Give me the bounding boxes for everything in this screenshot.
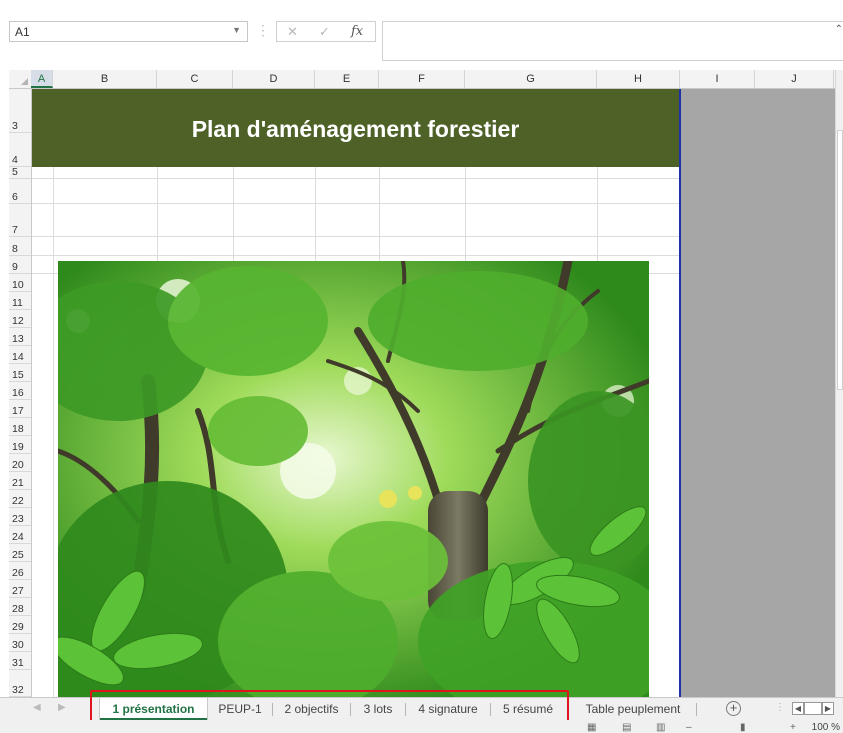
cancel-icon[interactable]: ✕ bbox=[287, 24, 298, 40]
formula-bar: A1 ▼ ⋮ ✕ ✓ fx ⌃ bbox=[0, 0, 843, 64]
row-header-10[interactable]: 10 bbox=[9, 274, 31, 292]
row-header-20[interactable]: 20 bbox=[9, 454, 31, 472]
select-all-button[interactable] bbox=[9, 70, 32, 88]
scroll-left-icon[interactable]: ◀ bbox=[792, 702, 804, 715]
row-header-17[interactable]: 17 bbox=[9, 400, 31, 418]
row-header-11[interactable]: 11 bbox=[9, 292, 31, 310]
row-header-30[interactable]: 30 bbox=[9, 634, 31, 652]
zoom-in-icon[interactable]: + bbox=[790, 722, 796, 733]
row-header-12[interactable]: 12 bbox=[9, 310, 31, 328]
add-sheet-icon[interactable]: + bbox=[726, 701, 741, 716]
row-header-24[interactable]: 24 bbox=[9, 526, 31, 544]
page-title: Plan d'aménagement forestier bbox=[191, 116, 520, 142]
row-header-21[interactable]: 21 bbox=[9, 472, 31, 490]
status-bar: ▦ ▤ ▥ – ▮ + 100 % bbox=[0, 720, 843, 733]
chevron-right-icon[interactable]: ▶ bbox=[58, 702, 66, 713]
row-header-31[interactable]: 31 bbox=[9, 652, 31, 670]
zoom-level[interactable]: 100 % bbox=[812, 722, 840, 733]
out-of-print-area bbox=[681, 89, 835, 697]
horizontal-scrollbar-thumb[interactable] bbox=[804, 702, 822, 715]
row-header-18[interactable]: 18 bbox=[9, 418, 31, 436]
row-header-26[interactable]: 26 bbox=[9, 562, 31, 580]
column-header-f[interactable]: F bbox=[379, 70, 465, 88]
sheet-tab-bar: ◀ ▶ 1 présentation PEUP-1 2 objectifs 3 … bbox=[0, 697, 843, 720]
normal-view-icon[interactable]: ▦ bbox=[587, 722, 596, 733]
formula-input[interactable]: ⌃ bbox=[382, 21, 843, 61]
row-header-3[interactable]: 3 bbox=[9, 89, 31, 133]
zoom-slider[interactable]: ▮ bbox=[740, 722, 746, 733]
forest-canopy-image[interactable] bbox=[58, 261, 649, 697]
row-header-16[interactable]: 16 bbox=[9, 382, 31, 400]
row-header-8[interactable]: 8 bbox=[9, 237, 31, 256]
chevron-left-icon[interactable]: ◀ bbox=[33, 702, 41, 713]
row-header-32[interactable]: 32 bbox=[9, 670, 31, 697]
tab-table-peuplement[interactable]: Table peuplement bbox=[574, 698, 692, 720]
scrollbar-thumb[interactable] bbox=[837, 130, 843, 390]
column-header-d[interactable]: D bbox=[233, 70, 315, 88]
vertical-scrollbar[interactable] bbox=[835, 70, 843, 697]
tab-peup-1[interactable]: PEUP-1 bbox=[208, 698, 272, 720]
row-header-9[interactable]: 9 bbox=[9, 256, 31, 274]
column-header-i[interactable]: I bbox=[680, 70, 755, 88]
row-header-5[interactable]: 5 bbox=[9, 166, 31, 179]
row-header: 3 4 5 6 7 8 9 10 11 12 13 14 15 16 17 18… bbox=[9, 89, 32, 697]
enter-icon[interactable]: ✓ bbox=[319, 24, 330, 40]
column-header-g[interactable]: G bbox=[465, 70, 597, 88]
tab-5-resume[interactable]: 5 résumé bbox=[491, 698, 565, 720]
zoom-out-icon[interactable]: – bbox=[686, 722, 692, 733]
row-header-25[interactable]: 25 bbox=[9, 544, 31, 562]
page-layout-icon[interactable]: ▤ bbox=[622, 722, 631, 733]
drag-handle-icon[interactable]: ⋮ bbox=[256, 22, 270, 39]
name-box-value: A1 bbox=[15, 25, 30, 39]
row-header-29[interactable]: 29 bbox=[9, 616, 31, 634]
title-band: Plan d'aménagement forestier bbox=[32, 89, 679, 167]
row-header-23[interactable]: 23 bbox=[9, 508, 31, 526]
name-box[interactable]: A1 ▼ bbox=[9, 21, 248, 42]
column-header-h[interactable]: H bbox=[597, 70, 680, 88]
row-header-7[interactable]: 7 bbox=[9, 204, 31, 237]
column-header-e[interactable]: E bbox=[315, 70, 379, 88]
row-header-28[interactable]: 28 bbox=[9, 598, 31, 616]
row-header-14[interactable]: 14 bbox=[9, 346, 31, 364]
tab-2-objectifs[interactable]: 2 objectifs bbox=[273, 698, 350, 720]
row-header-13[interactable]: 13 bbox=[9, 328, 31, 346]
chevron-up-icon[interactable]: ⌃ bbox=[835, 24, 843, 35]
scroll-right-icon[interactable]: ▶ bbox=[822, 702, 834, 715]
column-header-a[interactable]: A bbox=[31, 70, 53, 88]
tab-1-presentation[interactable]: 1 présentation bbox=[100, 698, 207, 720]
row-header-27[interactable]: 27 bbox=[9, 580, 31, 598]
row-header-15[interactable]: 15 bbox=[9, 364, 31, 382]
page-break-preview-icon[interactable]: ▥ bbox=[656, 722, 665, 733]
column-header-b[interactable]: B bbox=[53, 70, 157, 88]
column-header: A B C D E F G H I J bbox=[9, 70, 843, 89]
row-header-4[interactable]: 4 bbox=[9, 133, 31, 167]
row-header-19[interactable]: 19 bbox=[9, 436, 31, 454]
column-header-c[interactable]: C bbox=[157, 70, 233, 88]
chevron-down-icon[interactable]: ▼ bbox=[232, 25, 241, 35]
row-header-22[interactable]: 22 bbox=[9, 490, 31, 508]
tab-4-signature[interactable]: 4 signature bbox=[406, 698, 490, 720]
drag-handle-icon[interactable]: ⋮ bbox=[775, 702, 785, 713]
fx-icon[interactable]: fx bbox=[351, 24, 363, 39]
row-header-6[interactable]: 6 bbox=[9, 179, 31, 204]
formula-buttons: ✕ ✓ fx bbox=[276, 21, 376, 42]
column-header-j[interactable]: J bbox=[755, 70, 834, 88]
tab-3-lots[interactable]: 3 lots bbox=[351, 698, 405, 720]
